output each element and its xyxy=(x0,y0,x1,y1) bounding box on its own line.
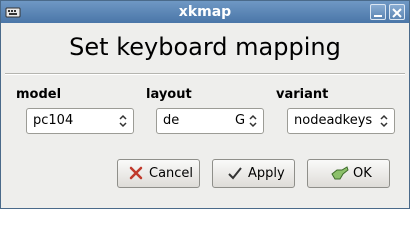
ok-button[interactable]: OK xyxy=(307,159,390,188)
ok-hand-icon xyxy=(331,166,349,180)
layout-value-suffix: G xyxy=(235,113,245,128)
checkmark-icon xyxy=(228,167,242,180)
minimize-button[interactable] xyxy=(370,4,386,20)
layout-label: layout xyxy=(146,87,192,102)
apply-button-label: Apply xyxy=(248,166,285,181)
model-combobox[interactable]: pc104 xyxy=(26,108,134,134)
variant-combobox[interactable]: nodeadkeys xyxy=(287,108,395,134)
window-title: xkmap xyxy=(178,4,232,20)
layout-combobox[interactable]: de G xyxy=(156,108,264,134)
variant-updown-chevron-icon xyxy=(380,114,388,128)
layout-value: de xyxy=(163,113,180,128)
close-button[interactable] xyxy=(389,4,405,20)
close-icon xyxy=(392,8,402,18)
dialog-heading: Set keyboard mapping xyxy=(69,33,341,61)
cancel-button-label: Cancel xyxy=(149,166,194,181)
model-value: pc104 xyxy=(33,113,74,128)
model-updown-chevron-icon xyxy=(119,114,127,128)
xkmap-window: xkmap Set keyboard mapping model pc104 l… xyxy=(0,0,410,209)
apply-button[interactable]: Apply xyxy=(212,159,295,188)
minimize-icon xyxy=(374,15,382,17)
titlebar[interactable]: xkmap xyxy=(1,1,409,23)
variant-label: variant xyxy=(276,87,329,102)
layout-updown-chevron-icon xyxy=(249,114,257,128)
cancel-button[interactable]: Cancel xyxy=(117,159,200,188)
separator xyxy=(5,73,405,75)
x-icon xyxy=(129,166,143,180)
model-label: model xyxy=(16,87,62,102)
variant-value: nodeadkeys xyxy=(294,113,373,128)
ok-button-label: OK xyxy=(353,166,372,181)
